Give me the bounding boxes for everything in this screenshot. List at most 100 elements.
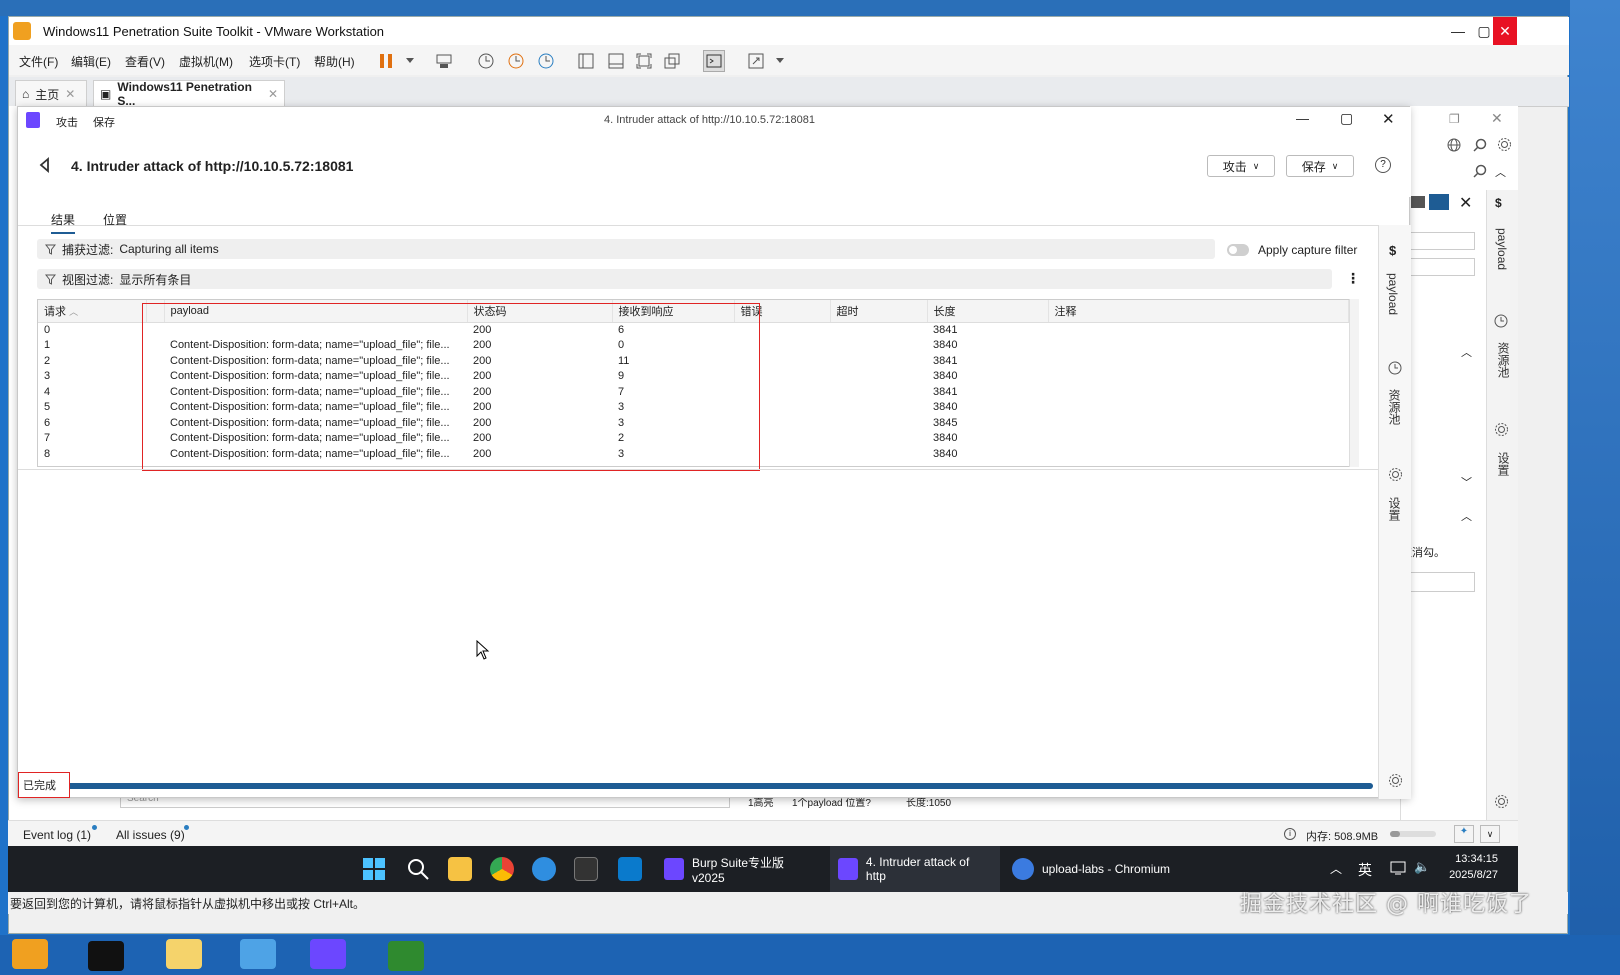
layout-icon[interactable] <box>1411 196 1425 208</box>
gear-icon[interactable] <box>1388 467 1403 482</box>
column-header-request[interactable]: 请求 ︿ <box>38 300 147 323</box>
python-desktop-icon[interactable] <box>388 941 424 971</box>
rail-payload[interactable]: payload <box>1386 273 1400 315</box>
capture-filter-bar[interactable]: 捕获过滤: Capturing all items <box>37 239 1215 259</box>
stretch-icon[interactable] <box>745 50 767 72</box>
close-icon[interactable]: ✕ <box>65 87 75 101</box>
rail-settings[interactable]: 设置 <box>1386 497 1403 521</box>
tab-vm[interactable]: ▣ Windows11 Penetration S... ✕ <box>93 80 285 108</box>
view-filter-bar[interactable]: 视图过滤: 显示所有条目 <box>37 269 1332 289</box>
clock-time[interactable]: 13:34:15 <box>1442 853 1498 865</box>
payload-icon[interactable]: $ <box>1495 196 1502 210</box>
rail-resource-pool[interactable]: 资源池 <box>1495 342 1512 378</box>
fullscreen-icon[interactable] <box>633 50 655 72</box>
send-keys-icon[interactable] <box>433 50 455 72</box>
burp-desktop-icon[interactable] <box>310 939 346 969</box>
folder-desktop-icon[interactable] <box>166 939 202 969</box>
file-desktop-icon[interactable] <box>88 941 124 971</box>
clock-icon[interactable] <box>1494 314 1508 328</box>
search-icon[interactable] <box>1473 164 1487 178</box>
chevron-up-icon[interactable]: ︿ <box>1461 344 1472 360</box>
close-icon[interactable]: ✕ <box>1459 193 1472 213</box>
ime-indicator[interactable]: 英 <box>1358 860 1372 880</box>
clock-date[interactable]: 2025/8/27 <box>1442 869 1498 881</box>
close-button[interactable]: ✕ <box>1382 110 1395 128</box>
menu-edit[interactable]: 编辑(E) <box>71 53 111 70</box>
hcl-desktop-icon[interactable] <box>240 939 276 969</box>
start-icon[interactable] <box>362 857 386 881</box>
browser-icon[interactable] <box>532 857 556 881</box>
sidebar-toggle-icon[interactable] <box>575 50 597 72</box>
menu-help[interactable]: 帮助(H) <box>314 53 355 70</box>
save-dropdown-button[interactable]: 保存 ∨ <box>1286 155 1354 177</box>
revert-snapshot-icon[interactable] <box>505 50 527 72</box>
vscode-icon[interactable] <box>618 857 642 881</box>
search-icon[interactable] <box>406 857 430 881</box>
info-icon[interactable]: i <box>1284 828 1296 840</box>
column-header-comment[interactable]: 注释 <box>1048 300 1349 323</box>
volume-icon[interactable]: 🔈 <box>1414 859 1430 875</box>
gear-icon[interactable] <box>1494 422 1509 437</box>
restore-icon[interactable]: ❐ <box>1449 112 1460 126</box>
gear-icon[interactable] <box>1388 773 1403 788</box>
taskbar-burp-main[interactable]: Burp Suite专业版 v2025 <box>656 846 828 892</box>
menu-vm[interactable]: 虚拟机(M) <box>179 53 233 70</box>
chevron-down-icon[interactable]: ∨ <box>1480 825 1500 843</box>
payload-icon[interactable]: $ <box>1389 243 1396 258</box>
search-icon[interactable] <box>1473 138 1487 152</box>
chevron-down-icon[interactable]: ﹀ <box>1461 474 1472 490</box>
close-icon[interactable]: ✕ <box>1491 110 1503 127</box>
file-explorer-icon[interactable] <box>448 857 472 881</box>
network-icon[interactable] <box>1390 860 1406 876</box>
chevron-down-icon[interactable] <box>399 50 421 72</box>
help-icon[interactable]: ? <box>1375 157 1391 173</box>
pause-icon[interactable] <box>375 50 397 72</box>
vmware-desktop-icon[interactable] <box>12 939 48 969</box>
minimize-button[interactable]: — <box>1296 111 1309 126</box>
menu-tabs[interactable]: 选项卡(T) <box>249 53 300 70</box>
more-options-icon[interactable]: ⋮ <box>1346 270 1360 287</box>
rail-resource-pool[interactable]: 资源池 <box>1386 389 1403 425</box>
tab-results[interactable]: 结果 <box>51 211 76 234</box>
taskbar-intruder-window[interactable]: 4. Intruder attack of http <box>830 846 1000 892</box>
terminal-icon[interactable] <box>574 857 598 881</box>
maximize-button[interactable]: ▢ <box>1340 110 1353 127</box>
snapshot-manager-icon[interactable] <box>535 50 557 72</box>
table-scrollbar[interactable] <box>1349 299 1359 467</box>
dropdown-field[interactable] <box>1401 258 1475 276</box>
rail-settings[interactable]: 设置 <box>1495 452 1512 476</box>
chevron-up-icon[interactable]: ︿ <box>1330 860 1342 877</box>
close-icon[interactable]: ✕ <box>268 87 278 101</box>
column-header-length[interactable]: 长度 <box>927 300 1049 323</box>
pane-splitter[interactable] <box>18 469 1378 470</box>
snapshot-icon[interactable] <box>475 50 497 72</box>
chevron-up-icon[interactable]: ︿ <box>1495 164 1506 180</box>
event-log-link[interactable]: Event log (1) <box>23 828 91 842</box>
gear-icon[interactable] <box>1497 137 1512 152</box>
back-arrow-icon[interactable] <box>38 157 54 173</box>
unity-icon[interactable] <box>661 50 683 72</box>
rail-payload[interactable]: payload <box>1495 228 1509 270</box>
menu-save[interactable]: 保存 <box>93 114 115 130</box>
console-icon[interactable] <box>703 50 725 72</box>
attack-dropdown-button[interactable]: 攻击 ∨ <box>1207 155 1275 177</box>
chrome-icon[interactable] <box>490 857 514 881</box>
close-button[interactable]: ✕ <box>1493 17 1517 45</box>
layout-active-icon[interactable] <box>1429 194 1449 210</box>
menu-file[interactable]: 文件(F) <box>19 53 58 70</box>
thumbnail-bar-icon[interactable] <box>605 50 627 72</box>
menu-view[interactable]: 查看(V) <box>125 53 165 70</box>
tab-home[interactable]: ⌂ 主页 ✕ <box>15 80 87 107</box>
capture-filter-toggle[interactable] <box>1227 244 1249 256</box>
column-header-timeout[interactable]: 超时 <box>830 300 928 323</box>
sparkle-icon[interactable]: ✦ <box>1454 825 1474 843</box>
taskbar-chromium[interactable]: upload-labs - Chromium <box>1004 846 1184 892</box>
dropdown-field[interactable] <box>1401 232 1475 250</box>
globe-icon[interactable] <box>1447 138 1461 152</box>
clock-icon[interactable] <box>1388 361 1402 375</box>
all-issues-link[interactable]: All issues (9) <box>116 828 185 842</box>
chevron-up-icon[interactable]: ︿ <box>1461 508 1472 524</box>
menu-attack[interactable]: 攻击 <box>56 114 78 130</box>
gear-icon[interactable] <box>1494 794 1509 809</box>
tab-positions[interactable]: 位置 <box>103 211 127 232</box>
